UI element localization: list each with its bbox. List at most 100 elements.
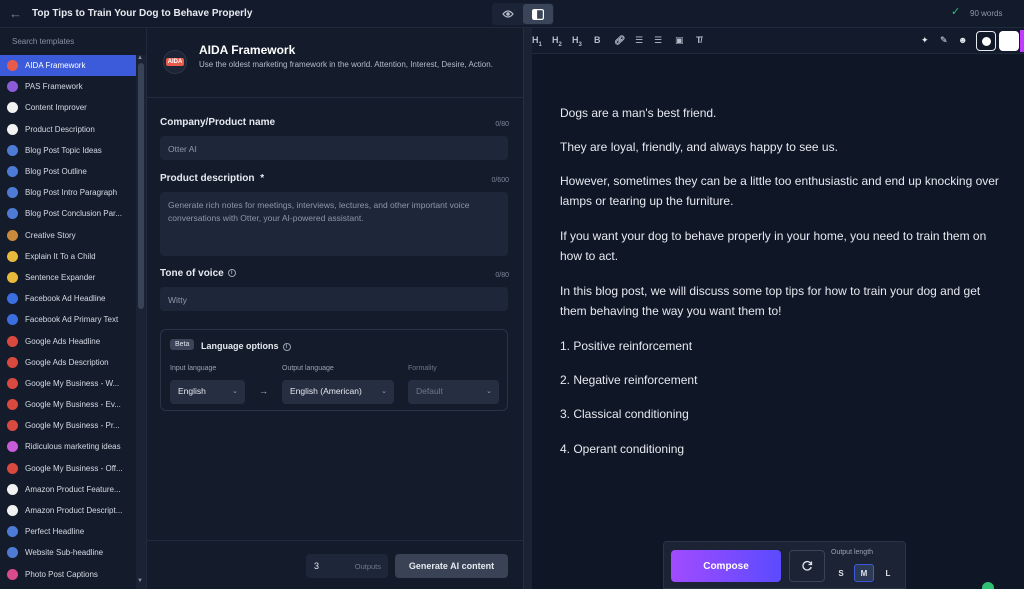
sidebar-item[interactable]: PAS Framework — [0, 76, 136, 97]
template-form: AIDA AIDA Framework Use the oldest marke… — [147, 28, 523, 589]
sidebar-item[interactable]: Blog Post Conclusion Par... — [0, 203, 136, 224]
preview-button[interactable] — [493, 4, 523, 24]
sidebar-item[interactable]: Ridiculous marketing ideas — [0, 436, 136, 457]
template-icon — [7, 166, 18, 178]
heading1-button[interactable]: H1 — [532, 35, 542, 48]
compose-button[interactable]: Compose — [671, 550, 781, 582]
product-description-textarea[interactable]: Generate rich notes for meetings, interv… — [160, 192, 508, 256]
tone-label-text: Tone of voice — [160, 268, 224, 279]
length-small-option[interactable]: S — [831, 564, 851, 582]
outputs-count-input[interactable]: 3 Outputs — [306, 554, 388, 578]
text-color-swatch[interactable] — [976, 31, 996, 51]
panel-resize-handle[interactable] — [523, 28, 532, 589]
output-language-select[interactable]: English (American) ⌄ — [282, 380, 394, 404]
h3-sub: 3 — [578, 41, 582, 48]
scroll-down-icon[interactable]: ▼ — [137, 578, 143, 584]
output-length-label: Output length — [831, 549, 874, 556]
beta-badge: Beta — [170, 339, 195, 350]
editor-paragraph[interactable]: 2. Negative reinforcement — [560, 370, 1000, 390]
editor-paragraph[interactable]: 4. Operant conditioning — [560, 439, 1000, 459]
sidebar-item[interactable]: Website Sub-headline — [0, 542, 136, 563]
form-footer: 3 Outputs Generate AI content — [147, 540, 523, 589]
sidebar-item[interactable]: Creative Story — [0, 225, 136, 246]
highlight-color-swatch[interactable] — [999, 31, 1019, 51]
input-language-select[interactable]: English ⌄ — [170, 380, 245, 404]
sidebar-item[interactable]: AIDA Framework — [0, 55, 136, 77]
scroll-up-icon[interactable]: ▲ — [137, 55, 143, 61]
split-view-button[interactable] — [523, 4, 553, 24]
editor-content[interactable]: Dogs are a man's best friend. They are lo… — [532, 55, 1024, 589]
image-icon[interactable]: ▣ — [675, 35, 684, 46]
sidebar-item[interactable]: Blog Post Outline — [0, 161, 136, 182]
editor-paragraph[interactable]: 1. Positive reinforcement — [560, 336, 1000, 356]
editor-paragraph[interactable]: However, sometimes they can be a little … — [560, 171, 1000, 211]
tone-input[interactable]: Witty — [160, 287, 508, 311]
sidebar-item[interactable]: Google Ads Headline — [0, 330, 136, 351]
bold-button[interactable]: B — [594, 35, 601, 45]
word-count: 90 words — [970, 9, 1003, 18]
back-arrow-icon[interactable]: ← — [9, 6, 22, 21]
template-icon — [7, 250, 18, 262]
clear-format-icon[interactable]: T̸ — [696, 35, 702, 45]
editor-paragraph[interactable]: They are loyal, friendly, and always hap… — [560, 137, 1000, 157]
sidebar-item[interactable]: Google My Business - W... — [0, 373, 136, 394]
company-input[interactable]: Otter AI — [160, 136, 508, 160]
template-icon — [7, 229, 18, 241]
sidebar-item[interactable]: Amazon Product Feature... — [0, 479, 136, 500]
sidebar-item-label: Amazon Product Feature... — [25, 484, 121, 494]
sidebar-item[interactable]: Facebook Ad Primary Text — [0, 309, 136, 330]
generate-ai-content-button[interactable]: Generate AI content — [395, 554, 508, 578]
length-medium-option[interactable]: M — [854, 564, 874, 582]
editor-paragraph[interactable]: If you want your dog to behave properly … — [560, 226, 1000, 266]
length-large-option[interactable]: L — [878, 564, 898, 582]
pen-icon[interactable]: ✎ — [940, 35, 948, 46]
sidebar-item-label: AIDA Framework — [25, 61, 86, 71]
language-options-panel: Beta Language options i Input language En… — [160, 329, 508, 411]
editor-paragraph[interactable]: 3. Classical conditioning — [560, 404, 1000, 424]
refresh-button[interactable] — [789, 550, 825, 582]
sidebar-item[interactable]: Google Ads Description — [0, 352, 136, 373]
split-view-icon — [532, 8, 544, 20]
sidebar-item[interactable]: Product Description — [0, 119, 136, 140]
ordered-list-icon[interactable]: ☰ — [635, 35, 643, 46]
sidebar-item[interactable]: Google My Business - Ev... — [0, 394, 136, 415]
sidebar-item-label: Google Ads Description — [25, 357, 109, 367]
link-icon[interactable]: 🔗︎ — [614, 35, 625, 46]
heading2-button[interactable]: H2 — [552, 35, 562, 48]
template-title: AIDA Framework — [199, 43, 296, 57]
sidebar-item[interactable]: Google My Business - Pr... — [0, 415, 136, 436]
sidebar-item[interactable]: Blog Post Intro Paragraph — [0, 182, 136, 203]
info-icon[interactable]: i — [227, 269, 236, 278]
sidebar-item[interactable]: Content Improver — [0, 97, 136, 118]
output-language-value: English (American) — [290, 386, 362, 396]
sidebar-item[interactable]: Google My Business - Off... — [0, 458, 136, 479]
bullet-list-icon[interactable]: ☰ — [654, 35, 662, 46]
chevron-down-icon: ⌄ — [381, 388, 387, 395]
color-dot-icon — [982, 37, 991, 46]
magic-wand-icon[interactable]: ✦ — [921, 35, 929, 46]
emoji-icon[interactable]: ☻ — [958, 35, 967, 45]
sidebar-item[interactable]: Perfect Headline — [0, 521, 136, 542]
sidebar-item[interactable]: Sentence Expander — [0, 267, 136, 288]
aida-logo: AIDA — [163, 50, 187, 74]
template-icon — [7, 208, 18, 220]
template-icon — [7, 60, 18, 72]
template-icon — [7, 462, 18, 474]
sidebar-item[interactable]: Facebook Ad Headline — [0, 288, 136, 309]
document-title[interactable]: Top Tips to Train Your Dog to Behave Pro… — [32, 8, 252, 19]
heading3-button[interactable]: H3 — [572, 35, 582, 48]
form-header: AIDA AIDA Framework Use the oldest marke… — [147, 28, 523, 98]
editor-paragraph[interactable]: In this blog post, we will discuss some … — [560, 281, 1000, 321]
template-sidebar: Search templates AIDA Framework PAS Frame… — [0, 28, 147, 589]
sidebar-item[interactable]: Photo Post Captions — [0, 564, 136, 585]
template-search-input[interactable]: Search templates — [12, 37, 74, 46]
template-icon — [7, 335, 18, 347]
sidebar-item[interactable]: Amazon Product Descript... — [0, 500, 136, 521]
editor-paragraph[interactable]: Dogs are a man's best friend. — [560, 103, 1000, 123]
formality-select[interactable]: Default ⌄ — [408, 380, 499, 404]
language-info-icon[interactable]: i — [282, 342, 291, 351]
sidebar-item[interactable]: Blog Post Topic Ideas — [0, 140, 136, 161]
template-icon — [7, 356, 18, 368]
sidebar-scroll-thumb[interactable] — [138, 63, 144, 309]
sidebar-item[interactable]: Explain It To a Child — [0, 246, 136, 267]
